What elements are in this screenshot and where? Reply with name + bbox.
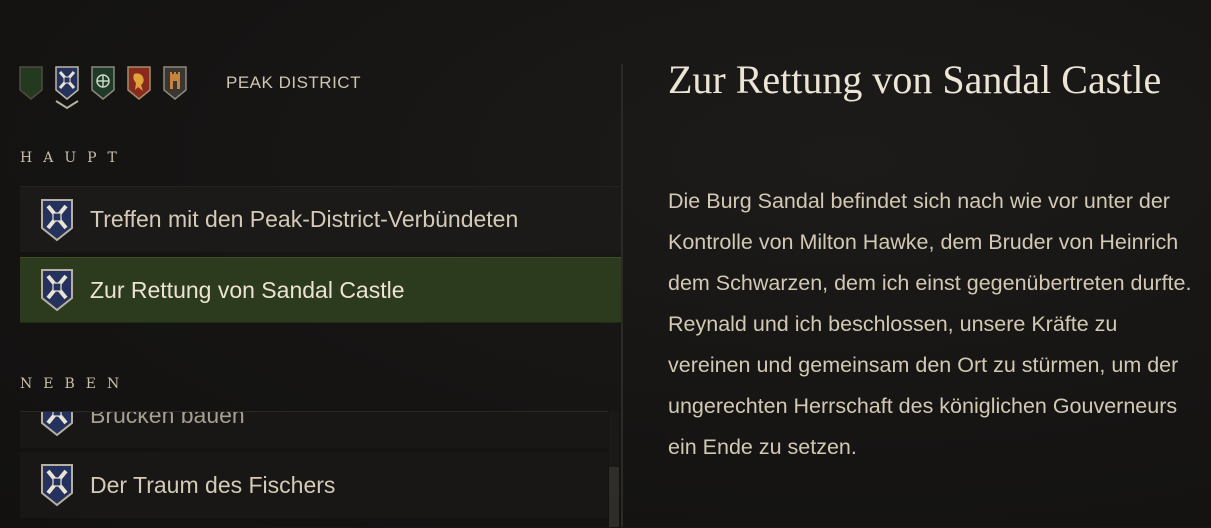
quest-item-label: Treffen mit den Peak-District-Verbündete…	[90, 206, 519, 232]
quest-item-fischer[interactable]: Der Traum des Fischers	[20, 452, 608, 518]
blue-cross-crest-icon	[55, 66, 79, 100]
main-quests-header: HAUPT	[20, 150, 128, 166]
scrollbar-thumb[interactable]	[609, 467, 619, 527]
side-quests-header: NEBEN	[20, 376, 131, 392]
quest-item-label: Zur Rettung von Sandal Castle	[90, 276, 405, 303]
quest-item-label: Der Traum des Fischers	[90, 471, 336, 498]
region-tab-grey-tower[interactable]	[162, 66, 188, 100]
region-tab-blue-crest[interactable]	[54, 66, 80, 110]
side-quest-list[interactable]: Brücken bauen Der Traum des Fischers	[20, 411, 608, 528]
grey-tower-crest-icon	[163, 66, 187, 100]
quest-item-meet-allies[interactable]: Treffen mit den Peak-District-Verbündete…	[20, 186, 622, 252]
green-banner-icon	[19, 66, 43, 100]
blue-cross-crest-icon	[40, 412, 74, 437]
blue-cross-crest-icon	[40, 268, 74, 312]
quest-item-sandal-castle-selected[interactable]: Zur Rettung von Sandal Castle	[20, 257, 622, 323]
region-tabs	[18, 66, 188, 110]
panel-divider	[621, 64, 623, 527]
red-lion-crest-icon	[127, 66, 151, 100]
region-tab-green-banner[interactable]	[18, 66, 44, 100]
quest-item-label: Brücken bauen	[90, 411, 245, 428]
blue-cross-crest-icon	[40, 198, 74, 242]
side-list-scrollbar[interactable]	[609, 411, 619, 527]
quest-detail-description: Die Burg Sandal befindet sich nach wie v…	[668, 189, 1192, 459]
quest-detail-title: Zur Rettung von Sandal Castle	[668, 57, 1162, 102]
quest-item-bruecken-bauen[interactable]: Brücken bauen	[20, 411, 608, 448]
blue-cross-crest-icon	[40, 463, 74, 507]
region-tab-red-lion[interactable]	[126, 66, 152, 100]
region-tab-green-knot[interactable]	[90, 66, 116, 100]
selected-chevron-icon	[55, 100, 79, 110]
green-knot-crest-icon	[91, 66, 115, 100]
region-name: PEAK DISTRICT	[226, 73, 361, 92]
